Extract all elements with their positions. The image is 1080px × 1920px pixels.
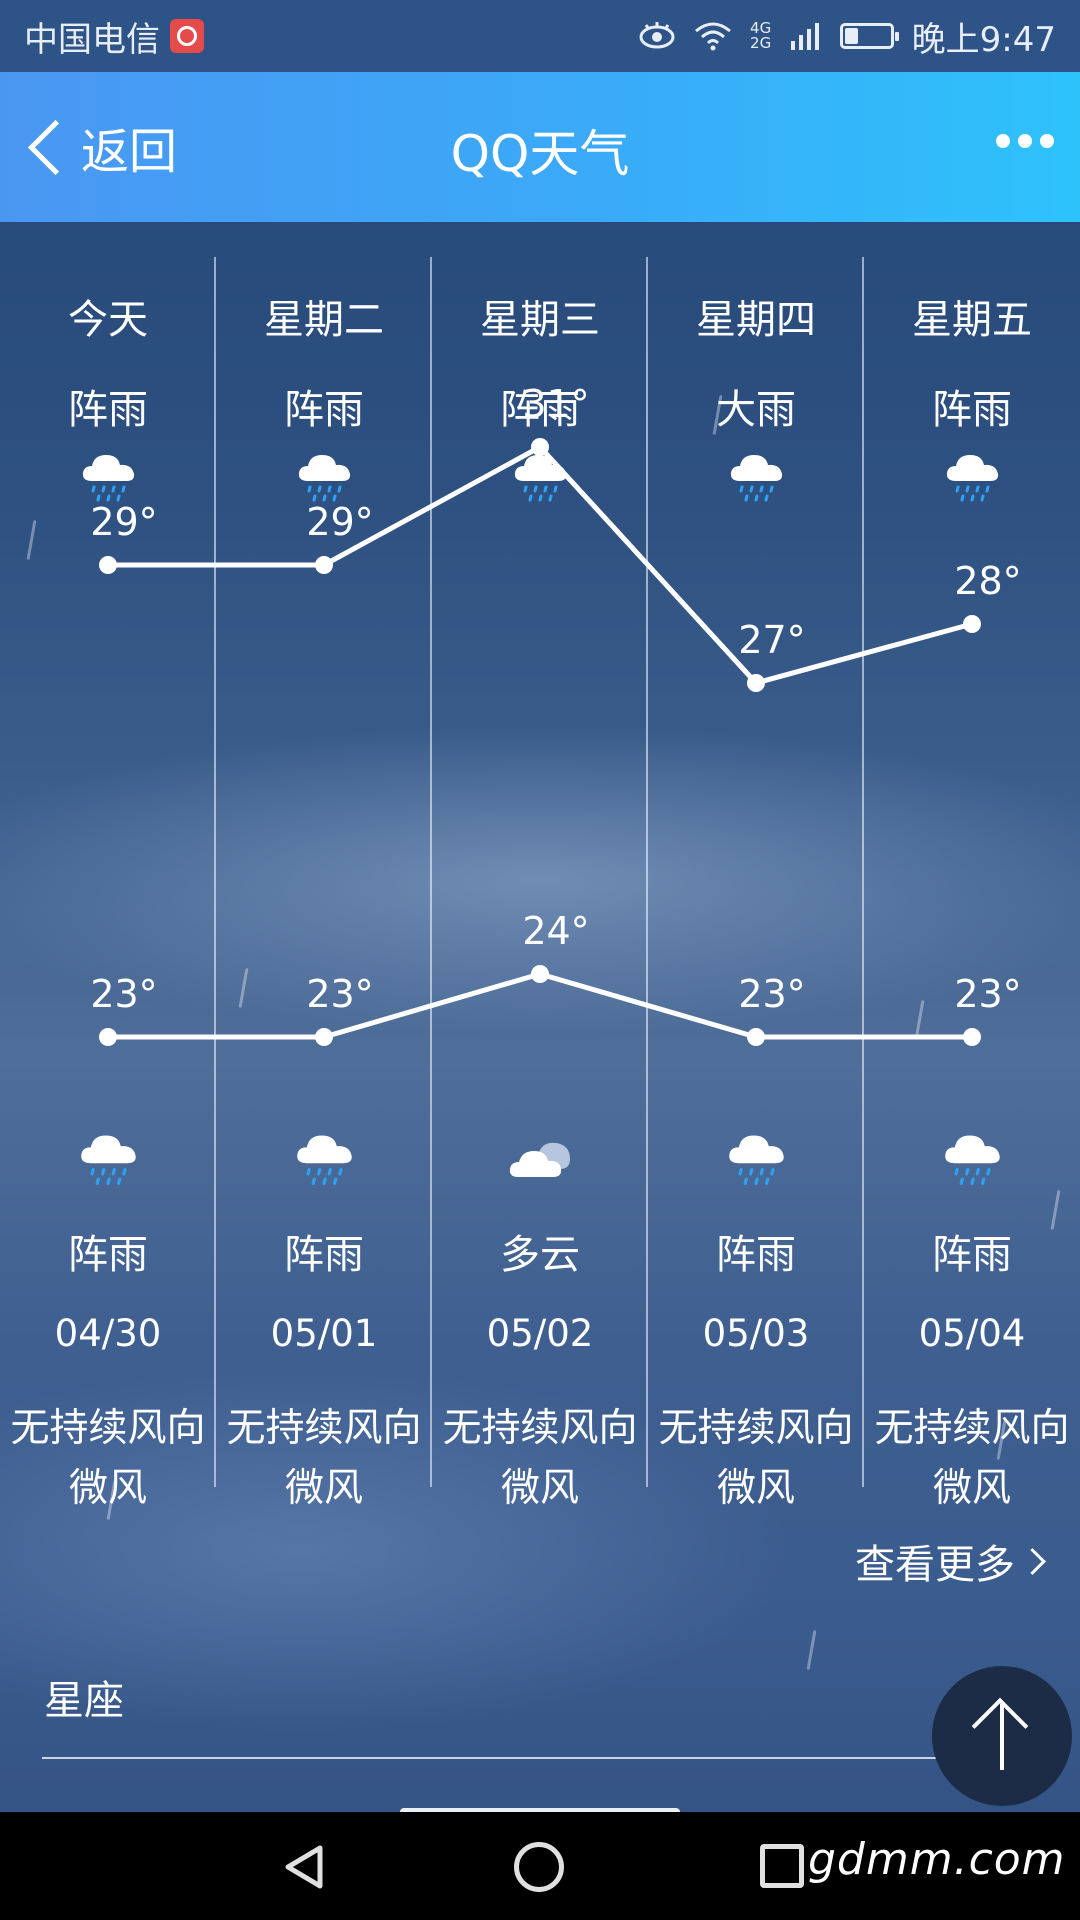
nav-recent-apps-icon[interactable] (760, 1844, 804, 1888)
signal-strength-icon (790, 23, 819, 50)
clock-label: 晚上9:47 (911, 19, 1056, 60)
high-temp-label: 31° (522, 382, 589, 426)
low-temp-point (963, 1028, 981, 1046)
forecast-date: 05/04 (918, 1312, 1026, 1355)
wifi-icon (694, 22, 731, 51)
wind-level: 微风 (716, 1466, 795, 1511)
high-temp-label: 29° (90, 500, 157, 544)
wind-level: 微风 (284, 1466, 363, 1511)
shower-rain-icon (945, 1135, 1000, 1186)
chevron-right-icon (1019, 1547, 1046, 1575)
page-title: QQ天气 (450, 125, 630, 183)
shower-rain-icon (297, 1135, 352, 1186)
nav-back-icon[interactable] (280, 1842, 330, 1892)
night-weather-label: 阵雨 (68, 1232, 148, 1278)
wind-level: 微风 (68, 1466, 147, 1511)
high-temp-point (99, 556, 117, 574)
low-temp-label: 23° (306, 972, 373, 1016)
low-temp-point (531, 965, 549, 983)
low-temp-point (747, 1028, 765, 1046)
title-bar: 返回 QQ天气 (0, 72, 1080, 222)
low-temp-label: 23° (738, 972, 805, 1016)
divider (42, 1757, 1038, 1759)
more-options-button[interactable] (996, 134, 1054, 148)
forecast-date: 05/02 (486, 1312, 594, 1355)
watermark: gdmm.com (808, 1834, 1066, 1885)
low-temp-label: 24° (522, 909, 589, 953)
low-temp-point (99, 1028, 117, 1046)
forecast-date: 05/03 (702, 1312, 810, 1355)
night-weather-label: 阵雨 (284, 1232, 364, 1278)
night-weather-label: 多云 (500, 1232, 580, 1278)
wind-direction: 无持续风向 (658, 1406, 854, 1451)
constellation-section-title[interactable]: 星座 (44, 1668, 124, 1726)
temperature-chart: 29° 29° 31° 27° 28° 23° 23° 24° 23° 23° (90, 382, 1022, 1046)
forecast-date: 05/01 (270, 1312, 378, 1355)
scroll-to-top-button[interactable] (932, 1666, 1072, 1806)
nav-home-icon[interactable] (514, 1842, 564, 1892)
low-temp-point (315, 1028, 333, 1046)
low-temp-line (108, 971, 972, 1040)
more-dot-icon (1040, 134, 1054, 148)
network-type-label: 4G 2G (750, 19, 772, 52)
shower-rain-icon (729, 1135, 784, 1186)
carrier-logo-icon (170, 19, 204, 53)
eye-comfort-icon (639, 22, 675, 49)
shower-rain-icon (81, 1135, 136, 1186)
high-temp-point (531, 438, 549, 456)
low-temp-label: 23° (90, 972, 157, 1016)
high-temp-label: 27° (738, 618, 805, 662)
wind-level: 微风 (500, 1466, 579, 1511)
arrow-up-icon-stem (1000, 1704, 1004, 1770)
more-dot-icon (1018, 134, 1032, 148)
view-more-link[interactable]: 查看更多 (855, 1532, 1046, 1590)
cloudy-icon (509, 1142, 570, 1177)
forecast-date: 04/30 (54, 1312, 162, 1355)
night-weather-label: 阵雨 (716, 1232, 796, 1278)
view-more-label: 查看更多 (855, 1542, 1015, 1588)
high-temp-point (747, 674, 765, 692)
night-weather-label: 阵雨 (932, 1232, 1012, 1278)
low-temp-label: 23° (954, 972, 1021, 1016)
wind-direction: 无持续风向 (10, 1406, 206, 1451)
wind-direction: 无持续风向 (874, 1406, 1070, 1451)
wind-direction: 无持续风向 (442, 1406, 638, 1451)
high-temp-label: 29° (306, 500, 373, 544)
high-temp-point (963, 615, 981, 633)
carrier-label: 中国电信 (24, 19, 160, 60)
high-temp-line (108, 444, 973, 686)
status-bar: 中国电信 4G 2G 晚上9:47 (0, 0, 1080, 72)
wind-level: 微风 (932, 1466, 1011, 1511)
more-dot-icon (996, 134, 1010, 148)
wind-direction: 无持续风向 (226, 1406, 422, 1451)
high-temp-label: 28° (954, 559, 1021, 603)
battery-icon (839, 23, 899, 49)
high-temp-point (315, 556, 333, 574)
